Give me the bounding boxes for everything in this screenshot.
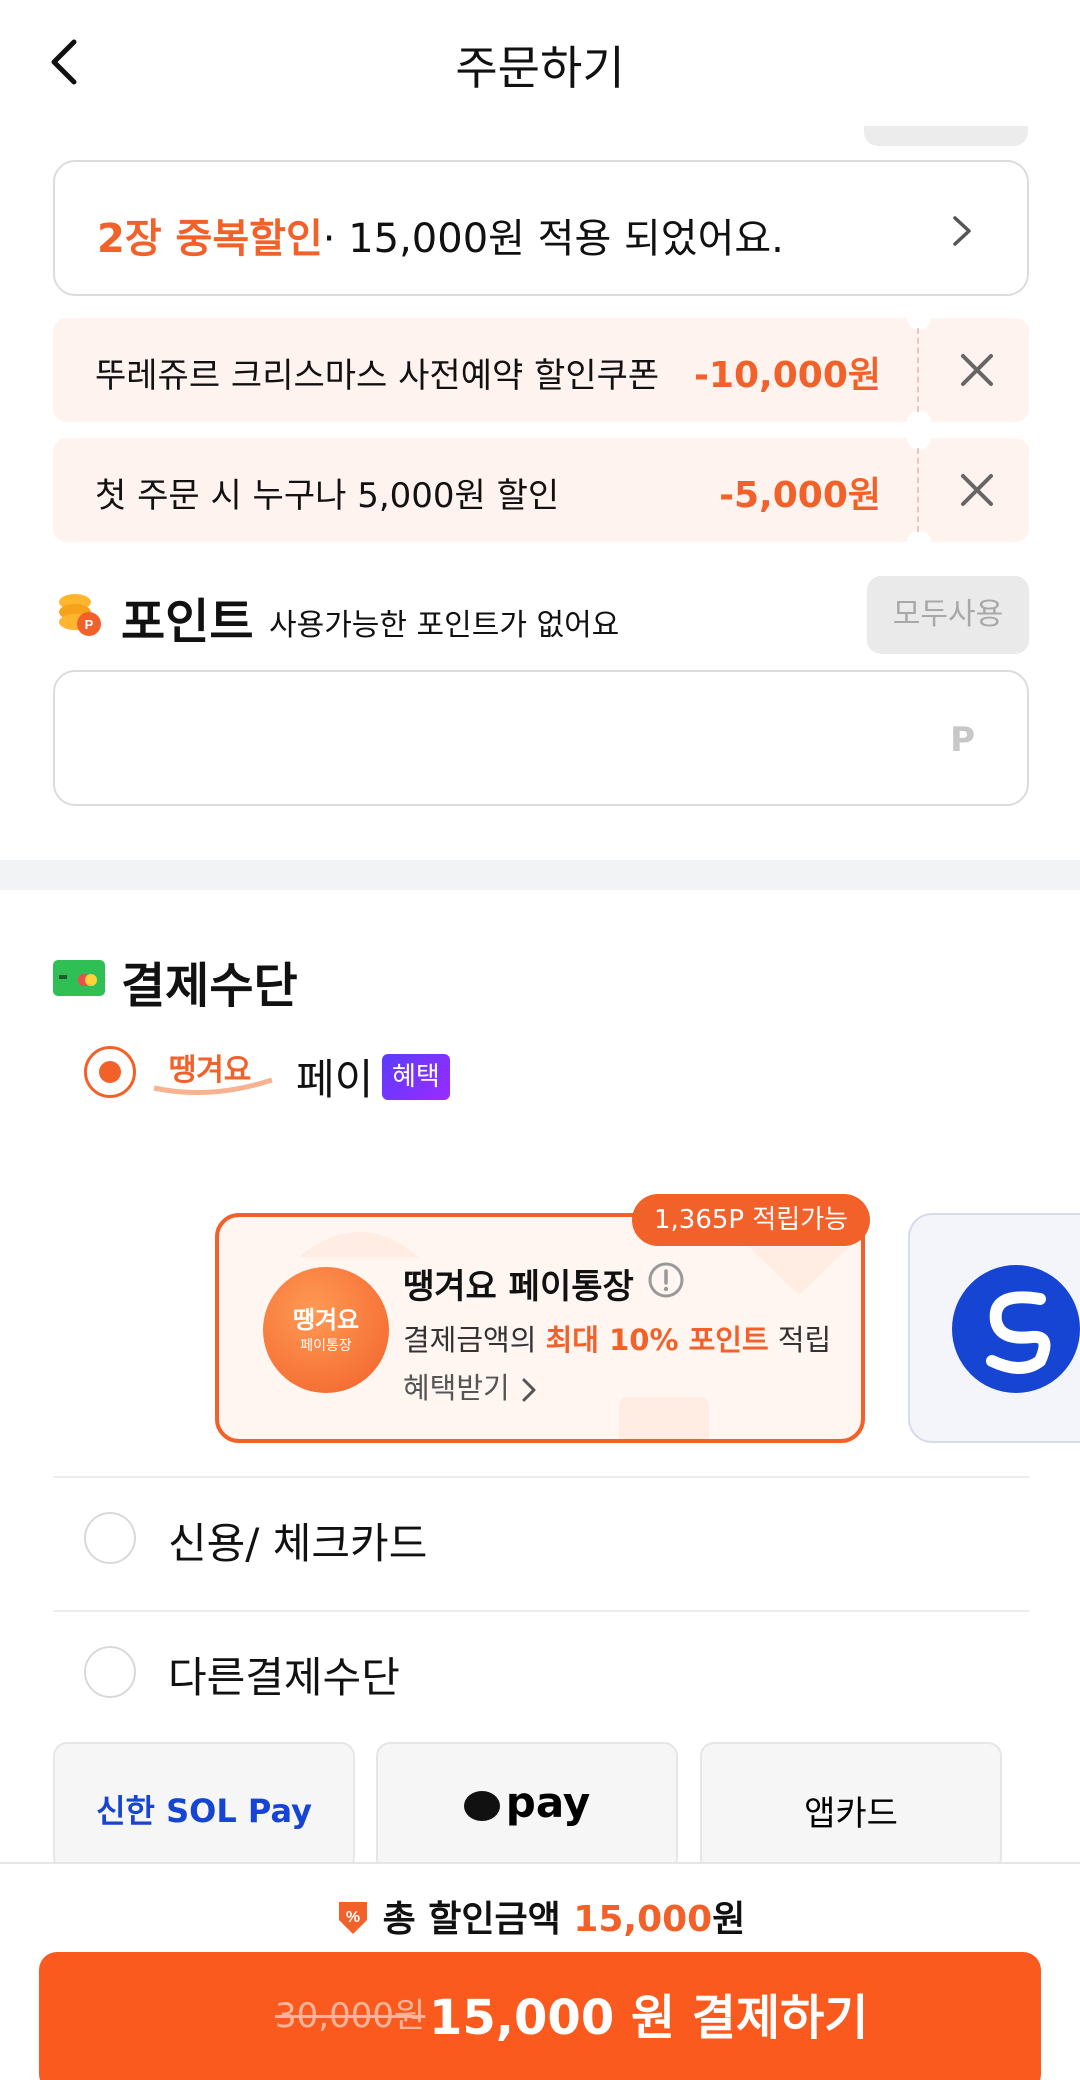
credit-card-icon: [53, 960, 105, 996]
chat-bubble-icon: [463, 1790, 500, 1821]
radio-checked[interactable]: [84, 1046, 136, 1098]
points-header: P 포인트 사용가능한 포인트가 없어요 모두사용: [53, 574, 1029, 654]
ddangyo-account-logo: 땡겨요 페이통장: [263, 1267, 389, 1393]
divider: [53, 1610, 1029, 1612]
coupon-item: 첫 주문 시 누구나 5,000원 할인 -5,000원: [53, 438, 1029, 542]
reward-badge: 1,365P 적립가능: [632, 1194, 871, 1246]
section-divider: [0, 860, 1080, 890]
chevron-right-icon: [522, 1378, 536, 1402]
card-description: 결제금액의 최대 10% 포인트 적립: [403, 1323, 832, 1357]
svg-text:P: P: [85, 617, 94, 632]
other-payment-option[interactable]: 다른결제수단: [84, 1646, 684, 1702]
shinhan-s-icon: [986, 1291, 1051, 1374]
pay-option-label: 신용/ 체크카드: [168, 1519, 428, 1568]
points-unit: P: [950, 720, 975, 760]
divider: [53, 1476, 1029, 1478]
credit-card-option[interactable]: 신용/ 체크카드: [84, 1512, 684, 1568]
info-icon[interactable]: [647, 1261, 685, 1299]
pay-button[interactable]: 30,000원 15,000 원 결제하기: [39, 1952, 1041, 2080]
coupon-item: 뚜레쥬르 크리스마스 사전예약 할인쿠폰 -10,000원: [53, 318, 1029, 422]
coupon-summary-text: · 15,000원 적용 되었어요.: [322, 216, 784, 262]
radio-unchecked[interactable]: [84, 1646, 136, 1698]
coupon-amount: -10,000원: [694, 355, 881, 396]
remove-coupon-button[interactable]: [955, 348, 999, 392]
remove-coupon-button[interactable]: [955, 468, 999, 512]
pay-option-label: 다른결제수단: [168, 1653, 400, 1702]
pay-option-label: 페이: [296, 1055, 374, 1104]
shinhan-account-card[interactable]: [908, 1213, 1080, 1443]
page-title: 주문하기: [455, 41, 625, 95]
radio-unchecked[interactable]: [84, 1512, 136, 1564]
payment-title: 결제수단: [121, 958, 298, 1014]
svg-text:%: %: [346, 1909, 360, 1926]
chevron-right-icon: [953, 216, 971, 246]
pay-button-label: 15,000 원 결제하기: [429, 1990, 869, 2046]
points-subtitle: 사용가능한 포인트가 없어요: [269, 608, 620, 643]
coupon-summary-card[interactable]: 2장 중복할인· 15,000원 적용 되었어요.: [53, 160, 1029, 296]
bag-deco-icon: [619, 1397, 709, 1439]
points-input[interactable]: P: [53, 670, 1029, 806]
kakao-pay-button[interactable]: pay: [376, 1742, 678, 1872]
ddangyo-logo: 땡겨요: [153, 1053, 273, 1095]
coupon-name: 뚜레쥬르 크리스마스 사전예약 할인쿠폰: [95, 356, 660, 396]
previous-section-edge: [864, 126, 1028, 146]
benefit-link[interactable]: 혜택받기: [403, 1365, 538, 1407]
shinhan-sol-pay-button[interactable]: 신한 SOL Pay: [53, 1742, 355, 1872]
ddangyo-account-card[interactable]: 땡겨요 페이통장 땡겨요 페이통장 결제금액의 최대 10% 포인트 적립 혜택…: [215, 1213, 865, 1443]
coin-icon: P: [59, 594, 101, 636]
bottom-bar: % 총 할인금액 15,000원 30,000원 15,000 원 결제하기: [0, 1862, 1080, 2080]
benefit-badge: 혜택: [382, 1054, 450, 1100]
svg-text:땡겨요: 땡겨요: [169, 1053, 252, 1088]
ddangyo-pay-option[interactable]: 땡겨요 페이 혜택: [84, 1046, 584, 1104]
points-title: 포인트: [121, 594, 254, 650]
card-name: 땡겨요 페이통장: [403, 1267, 634, 1307]
total-discount: % 총 할인금액 15,000원: [0, 1890, 1080, 1942]
original-price: 30,000원: [275, 1996, 426, 2036]
app-card-button[interactable]: 앱카드: [700, 1742, 1002, 1872]
discount-tag-icon: %: [338, 1902, 367, 1934]
header: 주문하기: [0, 0, 1080, 126]
use-all-points-button[interactable]: 모두사용: [867, 576, 1029, 654]
coupon-amount: -5,000원: [719, 475, 881, 516]
order-page: 주문하기 2장 중복할인· 15,000원 적용 되었어요. 뚜레쥬르 크리스마…: [0, 0, 1080, 2080]
coupon-divider: [917, 448, 919, 532]
coupon-divider: [917, 328, 919, 412]
coupon-summary-highlight: 2장 중복할인: [97, 216, 323, 262]
shinhan-logo: [952, 1265, 1080, 1393]
coupon-name: 첫 주문 시 누구나 5,000원 할인: [95, 476, 560, 516]
